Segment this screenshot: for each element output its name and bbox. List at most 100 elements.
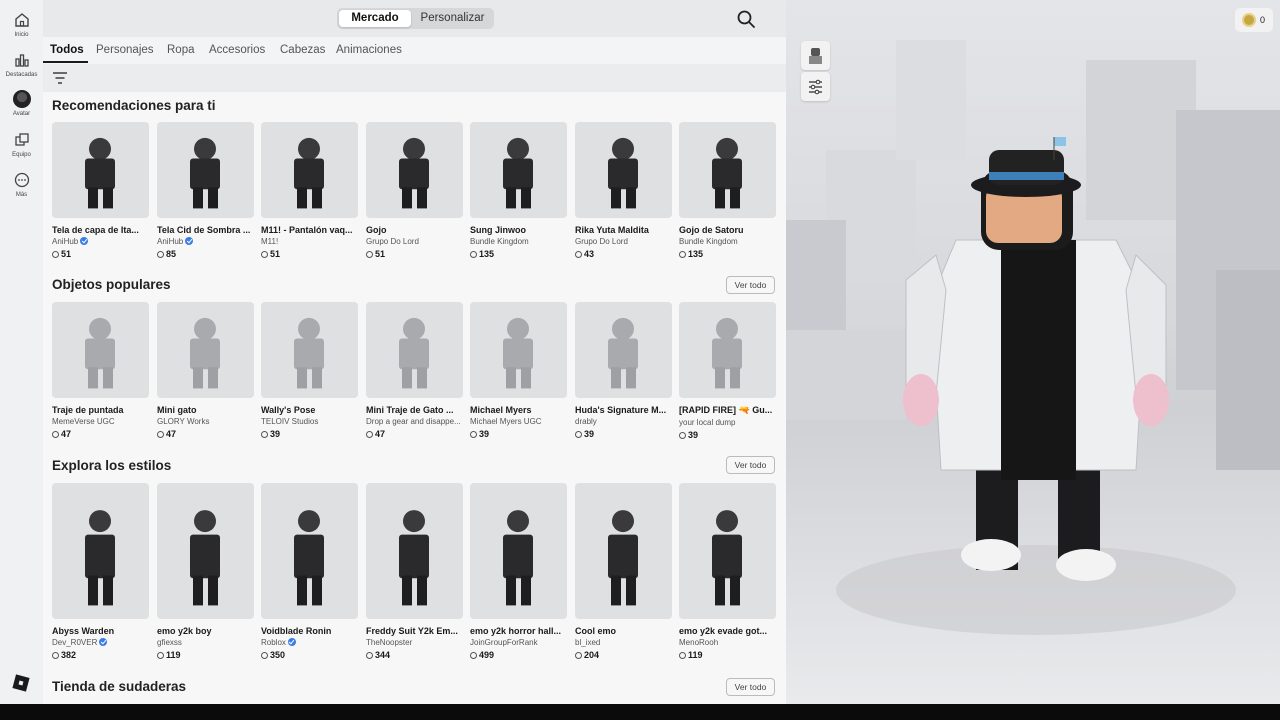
item-thumbnail[interactable] <box>366 302 463 398</box>
tab-todos[interactable]: Todos <box>50 44 84 56</box>
item-thumbnail[interactable] <box>470 483 567 619</box>
item-creator[interactable]: Grupo Do Lord <box>575 237 672 246</box>
item-creator-name[interactable]: Dev_R0VER <box>52 638 97 647</box>
item-thumbnail[interactable] <box>261 483 358 619</box>
item-thumbnail[interactable] <box>157 302 254 398</box>
item-creator[interactable]: MemeVerse UGC <box>52 417 149 426</box>
item-card[interactable]: M11! - Pantalón vaq... M11! 51 <box>261 122 358 259</box>
nav-featured[interactable]: Destacadas <box>0 51 43 78</box>
item-card[interactable]: Mini Traje de Gato ... Drop a gear and di… <box>366 302 463 439</box>
item-thumbnail[interactable] <box>679 122 776 218</box>
item-name[interactable]: [RAPID FIRE] 🔫 Gu... <box>679 405 776 416</box>
see-all-hoodies-button[interactable]: Ver todo <box>726 678 775 696</box>
item-creator-name[interactable]: TheNoopster <box>366 638 412 647</box>
avatar-thumbnail-button[interactable] <box>801 41 830 70</box>
item-creator[interactable]: Bundle Kingdom <box>679 237 776 246</box>
item-creator-name[interactable]: MemeVerse UGC <box>52 417 115 426</box>
item-thumbnail[interactable] <box>470 122 567 218</box>
item-creator-name[interactable]: gfiexss <box>157 638 182 647</box>
tab-cabezas[interactable]: Cabezas <box>280 44 325 56</box>
item-creator-name[interactable]: Bundle Kingdom <box>470 237 529 246</box>
item-creator[interactable]: Drop a gear and disappe... <box>366 417 463 426</box>
item-name[interactable]: Rika Yuta Maldita <box>575 225 672 235</box>
tab-market[interactable]: Mercado <box>339 10 411 27</box>
item-thumbnail[interactable] <box>366 483 463 619</box>
item-creator-name[interactable]: Bundle Kingdom <box>679 237 738 246</box>
item-card[interactable]: Voidblade Ronin Roblox 350 <box>261 483 358 660</box>
item-creator[interactable]: drably <box>575 417 672 426</box>
item-creator[interactable]: TheNoopster <box>366 638 463 647</box>
item-creator[interactable]: your local dump <box>679 418 776 427</box>
item-name[interactable]: emo y2k horror hall... <box>470 626 567 636</box>
tab-animaciones[interactable]: Animaciones <box>336 44 402 56</box>
item-name[interactable]: Tela Cid de Sombra ... <box>157 225 254 235</box>
item-creator[interactable]: gfiexss <box>157 638 254 647</box>
item-name[interactable]: Gojo de Satoru <box>679 225 776 235</box>
tab-accesorios[interactable]: Accesorios <box>209 44 265 56</box>
item-card[interactable]: emo y2k evade got... MenoRooh 119 <box>679 483 776 660</box>
item-creator-name[interactable]: TELOIV Studios <box>261 417 318 426</box>
item-card[interactable]: Michael Myers Michael Myers UGC 39 <box>470 302 567 439</box>
tab-customize[interactable]: Personalizar <box>413 10 492 27</box>
item-name[interactable]: Gojo <box>366 225 463 235</box>
item-name[interactable]: emo y2k evade got... <box>679 626 776 636</box>
item-name[interactable]: Michael Myers <box>470 405 567 415</box>
item-card[interactable]: Freddy Suit Y2k Em... TheNoopster 344 <box>366 483 463 660</box>
item-creator-name[interactable]: M11! <box>261 237 278 246</box>
item-creator[interactable]: AniHub <box>52 237 149 246</box>
nav-inventory[interactable]: Equipo <box>0 131 43 158</box>
item-card[interactable]: Tela de capa de Ita... AniHub 51 <box>52 122 149 259</box>
item-name[interactable]: M11! - Pantalón vaq... <box>261 225 358 235</box>
item-thumbnail[interactable] <box>575 302 672 398</box>
item-creator-name[interactable]: Drop a gear and disappe... <box>366 417 461 426</box>
item-card[interactable]: Mini gato GLORY Works 47 <box>157 302 254 439</box>
nav-avatar[interactable]: Avatar <box>0 90 43 117</box>
item-name[interactable]: Sung Jinwoo <box>470 225 567 235</box>
item-creator-name[interactable]: your local dump <box>679 418 735 427</box>
roblox-logo-icon[interactable] <box>12 674 30 692</box>
item-card[interactable]: Traje de puntada MemeVerse UGC 47 <box>52 302 149 439</box>
item-name[interactable]: emo y2k boy <box>157 626 254 636</box>
item-creator-name[interactable]: Grupo Do Lord <box>575 237 628 246</box>
item-creator-name[interactable]: GLORY Works <box>157 417 209 426</box>
item-creator[interactable]: Roblox <box>261 638 358 647</box>
item-thumbnail[interactable] <box>575 122 672 218</box>
item-name[interactable]: Wally's Pose <box>261 405 358 415</box>
item-thumbnail[interactable] <box>157 483 254 619</box>
item-creator-name[interactable]: AniHub <box>157 237 183 246</box>
item-creator-name[interactable]: Grupo Do Lord <box>366 237 419 246</box>
item-thumbnail[interactable] <box>157 122 254 218</box>
nav-more[interactable]: Más <box>0 171 43 198</box>
item-creator[interactable]: JoinGroupForRank <box>470 638 567 647</box>
item-creator[interactable]: Dev_R0VER <box>52 638 149 647</box>
item-thumbnail[interactable] <box>679 483 776 619</box>
tab-ropa[interactable]: Ropa <box>167 44 195 56</box>
avatar-settings-button[interactable] <box>801 72 830 101</box>
item-name[interactable]: Mini gato <box>157 405 254 415</box>
item-name[interactable]: Huda's Signature M... <box>575 405 672 415</box>
item-card[interactable]: Rika Yuta Maldita Grupo Do Lord 43 <box>575 122 672 259</box>
item-card[interactable]: Tela Cid de Sombra ... AniHub 85 <box>157 122 254 259</box>
item-creator-name[interactable]: AniHub <box>52 237 78 246</box>
filter-icon[interactable] <box>52 71 68 85</box>
tab-personajes[interactable]: Personajes <box>96 44 154 56</box>
item-creator-name[interactable]: JoinGroupForRank <box>470 638 538 647</box>
item-creator-name[interactable]: Roblox <box>261 638 286 647</box>
item-creator[interactable]: MenoRooh <box>679 638 776 647</box>
item-card[interactable]: Wally's Pose TELOIV Studios 39 <box>261 302 358 439</box>
avatar-preview[interactable]: 0 <box>786 0 1280 704</box>
item-thumbnail[interactable] <box>52 483 149 619</box>
search-icon[interactable] <box>736 9 756 29</box>
see-all-styles-button[interactable]: Ver todo <box>726 456 775 474</box>
nav-home[interactable]: Inicio <box>0 11 43 38</box>
item-name[interactable]: Freddy Suit Y2k Em... <box>366 626 463 636</box>
item-card[interactable]: Gojo de Satoru Bundle Kingdom 135 <box>679 122 776 259</box>
item-creator-name[interactable]: MenoRooh <box>679 638 718 647</box>
item-thumbnail[interactable] <box>575 483 672 619</box>
item-card[interactable]: Sung Jinwoo Bundle Kingdom 135 <box>470 122 567 259</box>
item-creator[interactable]: M11! <box>261 237 358 246</box>
item-name[interactable]: Traje de puntada <box>52 405 149 415</box>
item-card[interactable]: [RAPID FIRE] 🔫 Gu... your local dump 39 <box>679 302 776 440</box>
item-card[interactable]: Abyss Warden Dev_R0VER 382 <box>52 483 149 660</box>
robux-balance[interactable]: 0 <box>1235 8 1273 32</box>
